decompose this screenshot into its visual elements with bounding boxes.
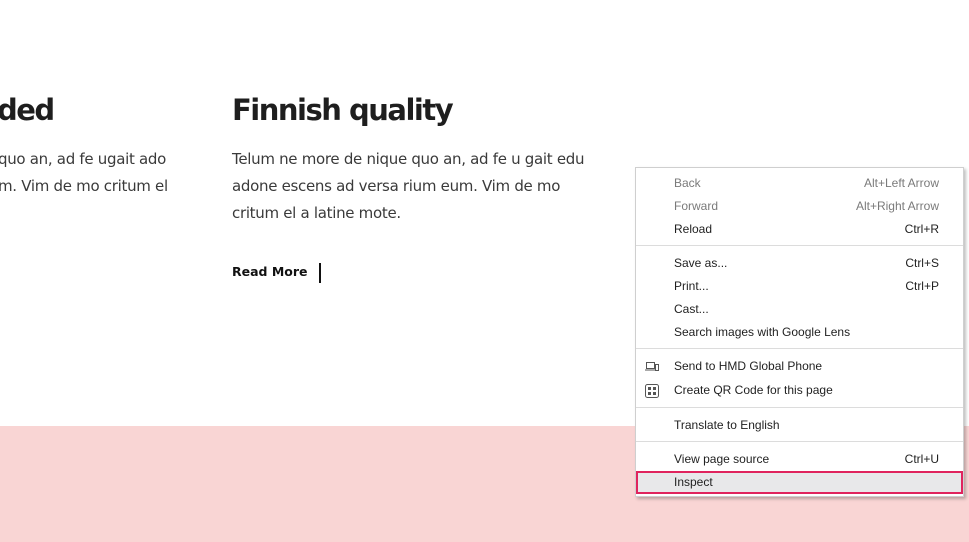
shortcut: Alt+Left Arrow (863, 176, 939, 190)
menu-separator (636, 441, 963, 442)
label: View page source (674, 452, 770, 466)
label: Back (674, 176, 701, 190)
shortcut: Alt+Right Arrow (855, 199, 939, 213)
divider-bar (319, 263, 321, 283)
shortcut: Ctrl+P (905, 279, 939, 293)
shortcut: Ctrl+U (904, 452, 939, 466)
label: Inspect (674, 475, 713, 489)
menu-item-cast[interactable]: Cast... (636, 298, 963, 321)
read-more-link[interactable]: Read More (232, 264, 308, 279)
menu-item-forward[interactable]: Forward Alt+Right Arrow (636, 195, 963, 218)
label: Reload (674, 222, 713, 236)
feature-text-2-line-1: Telum ne more de nique quo an, ad fe u g… (232, 150, 585, 168)
menu-item-view-source[interactable]: View page source Ctrl+U (636, 448, 963, 471)
feature-text-1-line-2: m. Vim de mo critum el (0, 177, 168, 195)
devices-icon (645, 362, 659, 371)
label: Send to HMD Global Phone (674, 359, 823, 373)
menu-separator (636, 407, 963, 408)
menu-item-inspect[interactable]: Inspect (636, 471, 963, 494)
qr-code-icon (645, 384, 659, 398)
label: Forward (674, 199, 719, 213)
context-menu: Back Alt+Left Arrow Forward Alt+Right Arro… (635, 167, 964, 497)
menu-item-send-to-device[interactable]: Send to HMD Global Phone (636, 355, 963, 378)
feature-text-2-line-2: adone escens ad versa rium eum. Vim de m… (232, 177, 561, 195)
feature-text-1-line-1: quo an, ad fe ugait ado (0, 150, 166, 168)
menu-item-qr-code[interactable]: Create QR Code for this page (636, 379, 963, 402)
shortcut: Ctrl+R (904, 222, 939, 236)
feature-heading-1: ded (0, 93, 55, 127)
label: Save as... (674, 256, 728, 270)
menu-item-google-lens[interactable]: Search images with Google Lens (636, 321, 963, 344)
label: Print... (674, 279, 709, 293)
menu-item-print[interactable]: Print... Ctrl+P (636, 275, 963, 298)
menu-separator (636, 245, 963, 246)
feature-heading-2: Finnish quality (232, 93, 454, 127)
menu-separator (636, 348, 963, 349)
label: Cast... (674, 302, 709, 316)
menu-item-save-as[interactable]: Save as... Ctrl+S (636, 252, 963, 275)
menu-item-translate[interactable]: Translate to English (636, 414, 963, 437)
label: Create QR Code for this page (674, 383, 833, 397)
menu-item-reload[interactable]: Reload Ctrl+R (636, 218, 963, 241)
shortcut: Ctrl+S (905, 256, 939, 270)
label: Translate to English (674, 418, 780, 432)
label: Search images with Google Lens (674, 325, 851, 339)
feature-text-2-line-3: critum el a latine mote. (232, 204, 401, 222)
menu-item-back[interactable]: Back Alt+Left Arrow (636, 172, 963, 195)
